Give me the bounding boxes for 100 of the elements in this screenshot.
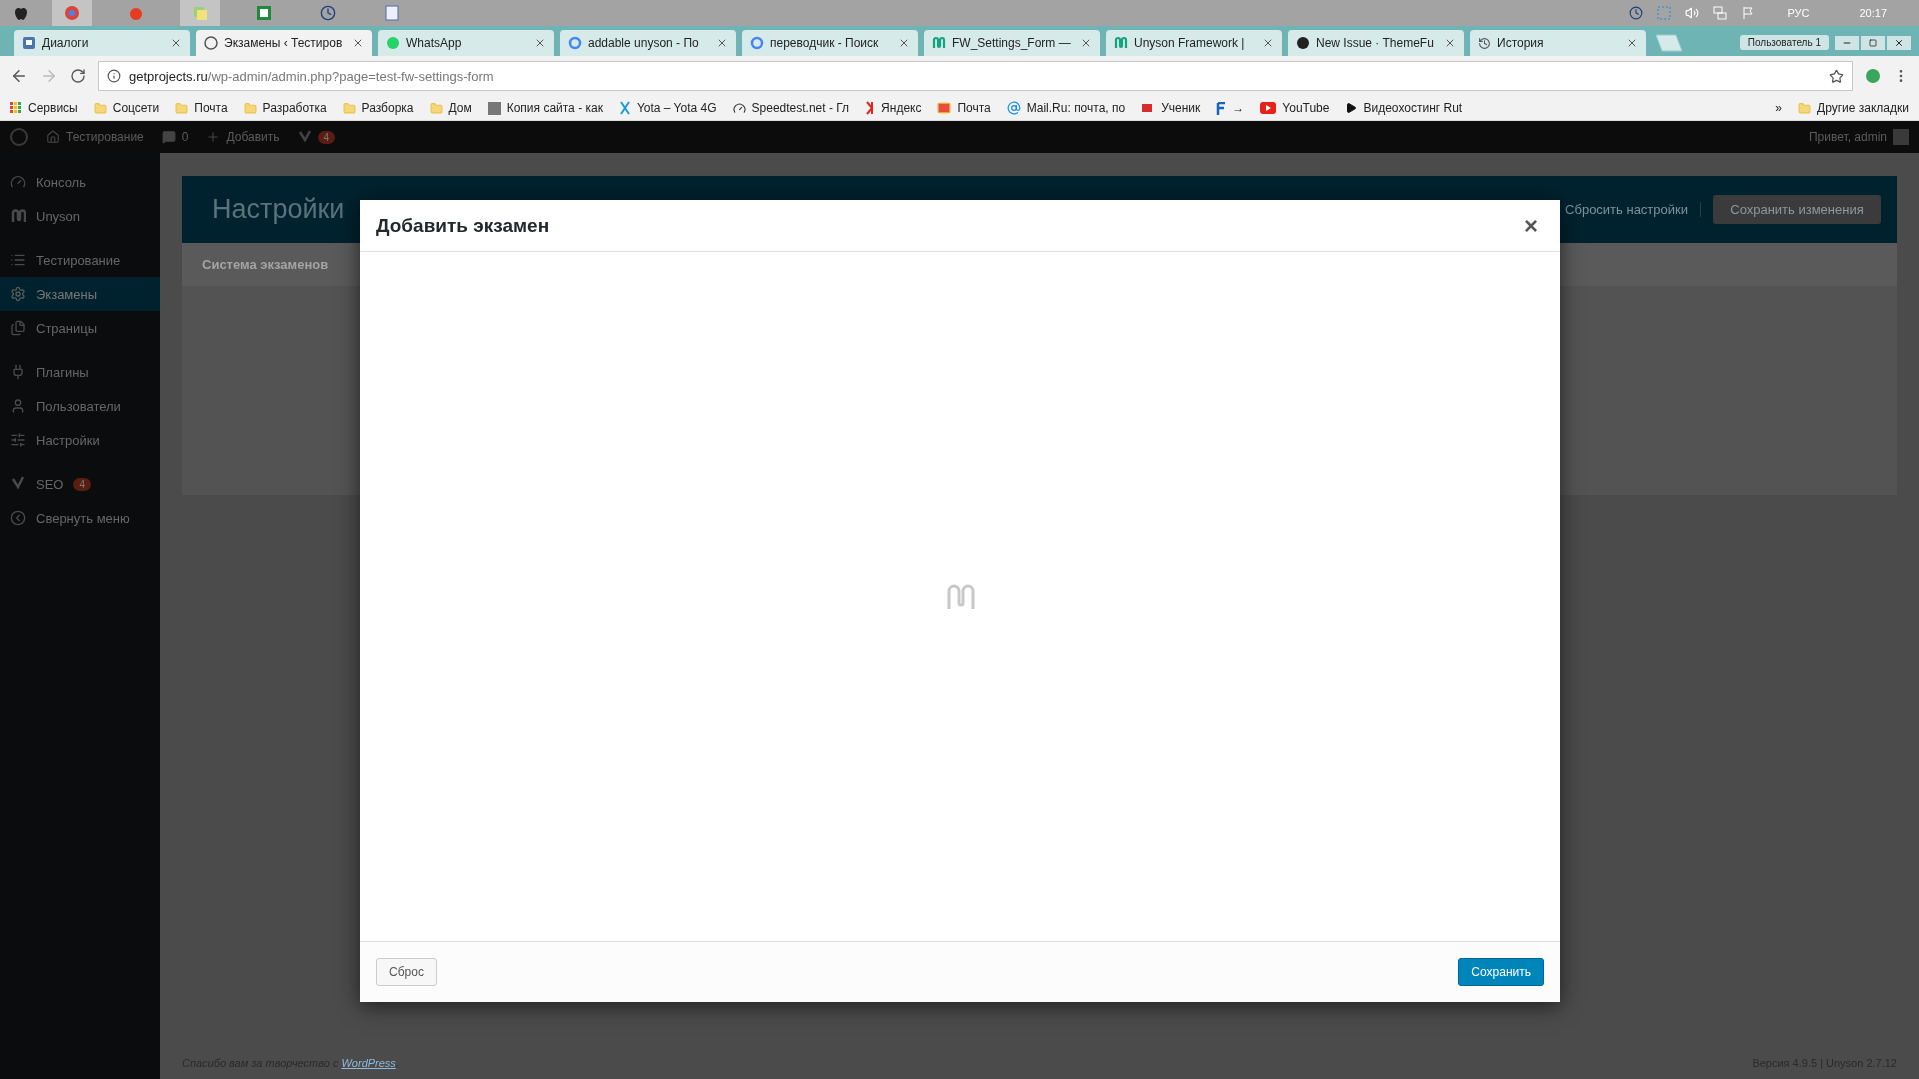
- bookmark[interactable]: Соцсети: [93, 101, 160, 115]
- bookmark[interactable]: Копия сайта - как: [487, 101, 603, 115]
- browser-tab[interactable]: WhatsApp: [378, 30, 554, 56]
- bookmark[interactable]: Почта: [937, 101, 991, 115]
- yoast-icon: [297, 130, 312, 144]
- star-icon[interactable]: [1829, 68, 1844, 84]
- folder-icon: [93, 101, 107, 115]
- close-icon[interactable]: [716, 37, 728, 49]
- yota-icon: [618, 101, 631, 115]
- close-window-button[interactable]: [1887, 36, 1911, 50]
- user-icon: [10, 398, 26, 414]
- close-icon[interactable]: [898, 37, 910, 49]
- comment-icon: [161, 130, 176, 144]
- bookmark[interactable]: Ученик: [1141, 101, 1201, 115]
- address-field[interactable]: getprojects.ru/wp-admin/admin.php?page=test-fw-settings-form: [98, 61, 1853, 91]
- plug-icon: [10, 364, 26, 380]
- pages-icon: [10, 320, 26, 336]
- gauge-icon: [732, 101, 746, 115]
- close-icon[interactable]: [1262, 37, 1274, 49]
- page-title: Настройки: [212, 194, 345, 225]
- back-icon[interactable]: [10, 67, 28, 85]
- bookmark[interactable]: YouTube: [1260, 101, 1330, 115]
- home-icon: [46, 130, 60, 144]
- minimize-button[interactable]: [1835, 36, 1859, 50]
- bookmark[interactable]: →: [1216, 101, 1245, 115]
- menu-item[interactable]: Настройки: [0, 423, 160, 457]
- clock-time: 20:17: [1859, 7, 1887, 19]
- browser-tab[interactable]: addable unyson - По: [560, 30, 736, 56]
- bookmark[interactable]: Speedtest.net - Гл: [732, 101, 850, 115]
- browser-tab[interactable]: переводчик - Поиск: [742, 30, 918, 56]
- folder-icon: [342, 101, 356, 115]
- info-icon[interactable]: [107, 69, 121, 83]
- extension-icon[interactable]: [1865, 68, 1881, 84]
- browser-tab[interactable]: История: [1470, 30, 1646, 56]
- folder-icon: [243, 101, 257, 115]
- browser-tab[interactable]: Экзамены ‹ Тестиров: [196, 30, 372, 56]
- flag-icon: [1741, 6, 1756, 20]
- network-icon: [1713, 6, 1728, 20]
- sliders-icon: [10, 432, 26, 448]
- list-icon: [10, 252, 26, 268]
- browser-tab[interactable]: Диалоги: [14, 30, 190, 56]
- language-indicator: РУС: [1787, 7, 1810, 19]
- menu-item[interactable]: Экзамены: [0, 277, 160, 311]
- save-changes-button[interactable]: Сохранить изменения: [1713, 195, 1881, 224]
- close-icon: [1894, 38, 1904, 48]
- browser-taskbar-icon[interactable]: [52, 0, 92, 26]
- clock-icon: [1629, 6, 1644, 20]
- at-icon: [1006, 101, 1021, 115]
- restore-icon: [1869, 39, 1877, 47]
- gear-icon: [10, 286, 26, 302]
- f-icon: [1216, 101, 1227, 115]
- unyson-icon: [10, 208, 26, 224]
- close-icon[interactable]: [1444, 37, 1456, 49]
- collapse-icon: [10, 510, 26, 526]
- apple-icon: [14, 5, 28, 21]
- url-text: getprojects.ru/wp-admin/admin.php?page=test-fw-settings-form: [129, 68, 495, 84]
- browser-tab[interactable]: New Issue · ThemeFu: [1288, 30, 1464, 56]
- volume-icon: [1685, 6, 1700, 20]
- close-icon[interactable]: [534, 37, 546, 49]
- history-icon: [1478, 36, 1491, 50]
- bookmark[interactable]: Сервисы: [10, 101, 78, 115]
- reset-link[interactable]: Сбросить настройки: [1565, 202, 1701, 217]
- close-icon[interactable]: [1626, 37, 1638, 49]
- bookmark-folder[interactable]: Другие закладки: [1798, 101, 1909, 115]
- close-icon[interactable]: [1080, 37, 1092, 49]
- browser-tab[interactable]: FW_Settings_Form —: [924, 30, 1100, 56]
- unyson-icon: [1114, 36, 1128, 50]
- yoast-icon: [10, 476, 26, 492]
- folder-icon: [429, 101, 443, 115]
- bookmark[interactable]: Mail.Ru: почта, по: [1006, 101, 1126, 115]
- reset-button[interactable]: Сброс: [376, 958, 437, 986]
- save-button[interactable]: Сохранить: [1458, 958, 1544, 986]
- bookmark[interactable]: Разборка: [342, 101, 414, 115]
- browser-tab[interactable]: Unyson Framework |: [1106, 30, 1282, 56]
- unyson-icon: [932, 36, 946, 50]
- close-icon[interactable]: [352, 37, 364, 49]
- avatar: [1893, 129, 1909, 145]
- apps-icon: [10, 102, 22, 114]
- bookmark[interactable]: Яндекс: [865, 101, 922, 115]
- dashboard-icon: [10, 174, 26, 190]
- profile-button[interactable]: Пользователь 1: [1739, 35, 1829, 50]
- reload-icon[interactable]: [70, 68, 86, 84]
- youtube-icon: [1260, 102, 1277, 114]
- plus-icon: [206, 130, 221, 144]
- wordpress-link[interactable]: WordPress: [341, 1057, 396, 1069]
- bookmark[interactable]: Почта: [175, 101, 228, 115]
- folder-icon: [1798, 101, 1812, 115]
- bookmark[interactable]: Yota – Yota 4G: [618, 101, 717, 115]
- dialog-title: Добавить экзамен: [376, 214, 550, 237]
- chat-icon: [22, 36, 36, 50]
- thumbnail-icon: [487, 101, 501, 115]
- menu-item[interactable]: Unyson: [0, 199, 160, 233]
- more-bookmarks[interactable]: »: [1775, 101, 1783, 115]
- bookmark[interactable]: Разработка: [243, 101, 327, 115]
- ya-icon: [865, 101, 876, 115]
- bookmark[interactable]: Дом: [429, 101, 472, 115]
- play-icon: [1345, 102, 1358, 114]
- close-icon[interactable]: [170, 37, 182, 49]
- bookmark[interactable]: Видеохостинг Rut: [1345, 101, 1463, 115]
- close-button[interactable]: ×: [1518, 210, 1544, 241]
